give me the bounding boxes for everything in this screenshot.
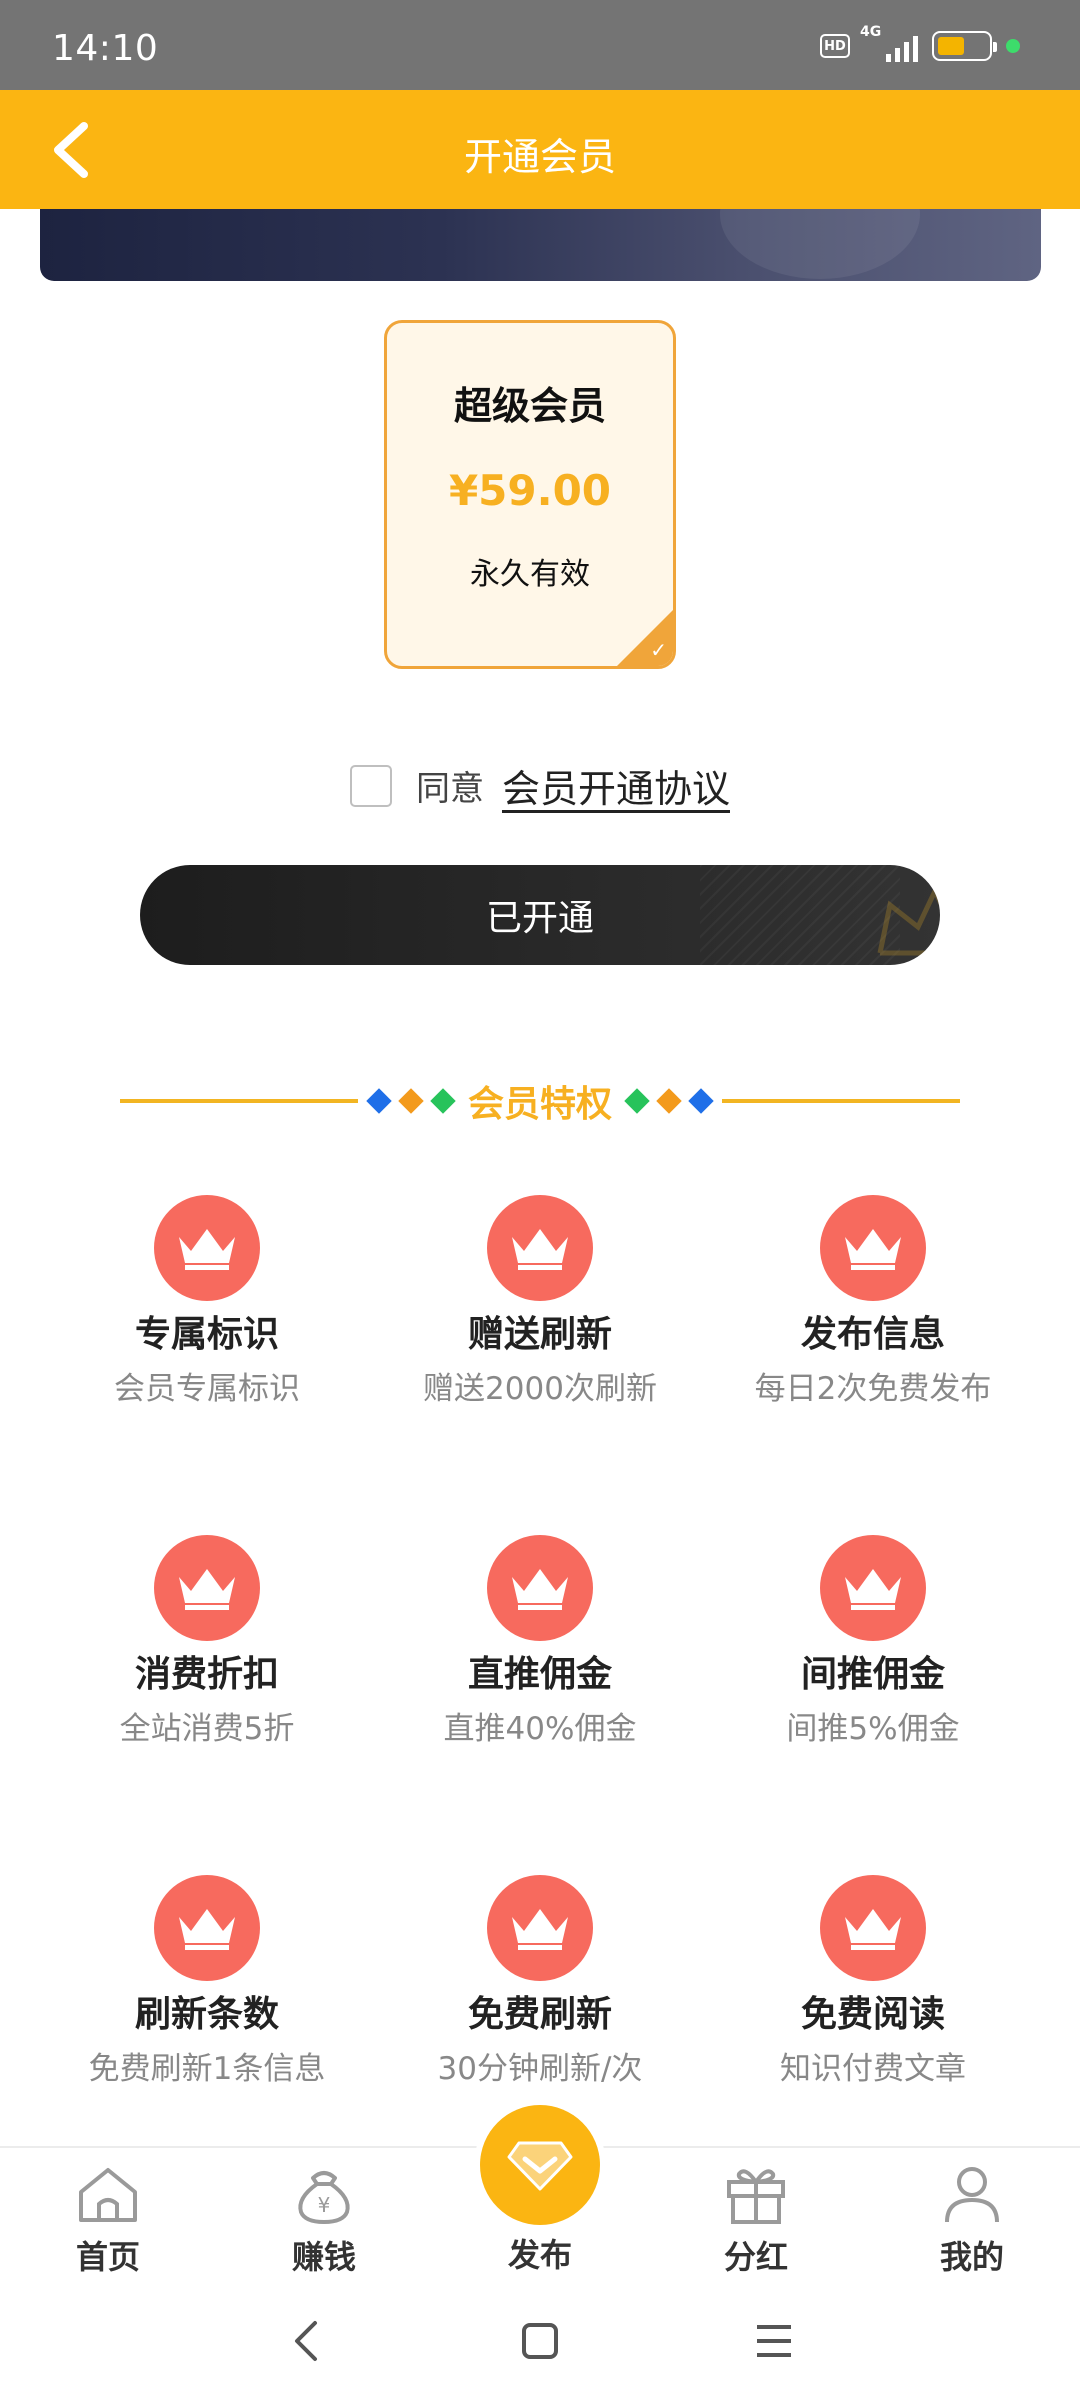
privilege-item: 免费阅读 知识付费文章 [693, 1875, 1053, 2088]
privilege-name: 刷新条数 [134, 1994, 279, 2035]
privilege-desc: 全站消费5折 [119, 1711, 295, 1747]
privilege-desc: 间推5%佣金 [786, 1711, 960, 1747]
crown-icon [154, 1535, 260, 1641]
privilege-item: 直推佣金 直推40%佣金 [360, 1535, 720, 1748]
diamond-icon [507, 2141, 573, 2191]
nav-label: 赚钱 [291, 2238, 356, 2276]
privilege-desc: 每日2次免费发布 [754, 1371, 992, 1407]
agreement-link[interactable]: 会员开通协议 [502, 758, 730, 813]
privilege-name: 免费刷新 [467, 1994, 612, 2035]
publish-button[interactable] [480, 2105, 600, 2225]
nav-item-dividend[interactable]: 分红 [686, 2164, 826, 2278]
privilege-name: 专属标识 [134, 1314, 279, 1355]
diamond-decoration-right [624, 1088, 714, 1114]
divider-left [120, 1099, 358, 1103]
crown-icon [154, 1875, 260, 1981]
privilege-name: 赠送刷新 [467, 1314, 612, 1355]
activated-label: 已开通 [485, 898, 594, 939]
indicator-dot-icon [1006, 39, 1020, 53]
status-icons: HD 4G [820, 24, 1020, 62]
privilege-desc: 直推40%佣金 [443, 1711, 637, 1747]
publish-label: 发布 [507, 2236, 572, 2274]
privilege-item: 专属标识 会员专属标识 [27, 1195, 387, 1408]
status-bar: 14:10 HD 4G [0, 0, 1080, 90]
crown-icon [154, 1195, 260, 1301]
agree-text: 同意 [415, 769, 484, 809]
banner-image [40, 209, 1041, 281]
nav-label: 我的 [939, 2238, 1004, 2276]
crown-icon [487, 1875, 593, 1981]
activated-button[interactable]: 已开通 [140, 865, 940, 965]
privilege-desc: 会员专属标识 [114, 1371, 300, 1407]
hd-icon: HD [820, 34, 850, 58]
privilege-name: 消费折扣 [134, 1654, 279, 1695]
crown-icon [820, 1195, 926, 1301]
crown-icon [820, 1535, 926, 1641]
system-menu-button[interactable] [734, 2311, 814, 2371]
home-icon [79, 2168, 137, 2222]
privilege-desc: 免费刷新1条信息 [88, 2051, 326, 2087]
privilege-item: 刷新条数 免费刷新1条信息 [27, 1875, 387, 2088]
gift-icon [727, 2169, 785, 2224]
nav-label: 首页 [75, 2238, 140, 2276]
crown-icon [877, 885, 940, 956]
privilege-desc: 知识付费文章 [780, 2051, 966, 2087]
network-type: 4G [860, 24, 882, 40]
plan-card-super[interactable]: 超级会员 ¥59.00 永久有效 ✓ [384, 320, 676, 669]
privilege-item: 免费刷新 30分钟刷新/次 [360, 1875, 720, 2088]
back-triangle-icon [295, 2321, 317, 2361]
privileges-title: 会员特权 [468, 1084, 613, 1125]
privilege-desc: 赠送2000次刷新 [423, 1371, 657, 1407]
privilege-name: 间推佣金 [800, 1654, 945, 1695]
privilege-name: 直推佣金 [467, 1654, 612, 1695]
header: 开通会员 [0, 90, 1080, 209]
plan-validity: 永久有效 [470, 557, 590, 592]
signal-icon: 4G [860, 24, 918, 62]
privilege-item: 间推佣金 间推5%佣金 [693, 1535, 1053, 1748]
square-home-icon [522, 2323, 558, 2359]
plan-price: ¥59.00 [448, 466, 612, 515]
battery-icon [932, 31, 997, 61]
privilege-item: 发布信息 每日2次免费发布 [693, 1195, 1053, 1408]
system-back-button[interactable] [266, 2311, 346, 2371]
menu-icon [757, 2325, 791, 2357]
status-time: 14:10 [52, 28, 159, 69]
agree-checkbox[interactable] [349, 764, 392, 807]
system-nav [0, 2281, 1080, 2401]
svg-text:¥: ¥ [318, 2193, 331, 2217]
privilege-item: 消费折扣 全站消费5折 [27, 1535, 387, 1748]
plan-name: 超级会员 [453, 384, 606, 428]
crown-icon [487, 1195, 593, 1301]
system-home-button[interactable] [500, 2311, 580, 2371]
privilege-item: 赠送刷新 赠送2000次刷新 [360, 1195, 720, 1408]
user-icon [945, 2167, 999, 2223]
agreement-row: 同意 会员开通协议 [0, 758, 1080, 813]
privilege-name: 免费阅读 [800, 1994, 945, 2035]
nav-label: 分红 [723, 2238, 788, 2276]
nav-item-mine[interactable]: 我的 [902, 2164, 1042, 2278]
check-icon: ✓ [650, 638, 667, 662]
privileges-header: 会员特权 [120, 1076, 961, 1126]
privilege-name: 发布信息 [800, 1314, 945, 1355]
divider-right [722, 1099, 961, 1103]
crown-icon [487, 1535, 593, 1641]
privilege-desc: 30分钟刷新/次 [437, 2051, 643, 2087]
money-bag-icon: ¥ [298, 2171, 350, 2224]
nav-item-home[interactable]: 首页 [38, 2164, 178, 2278]
page-title: 开通会员 [463, 135, 616, 179]
crown-icon [820, 1875, 926, 1981]
nav-item-earn[interactable]: ¥ 赚钱 [254, 2164, 394, 2278]
diamond-decoration-left [366, 1088, 456, 1114]
